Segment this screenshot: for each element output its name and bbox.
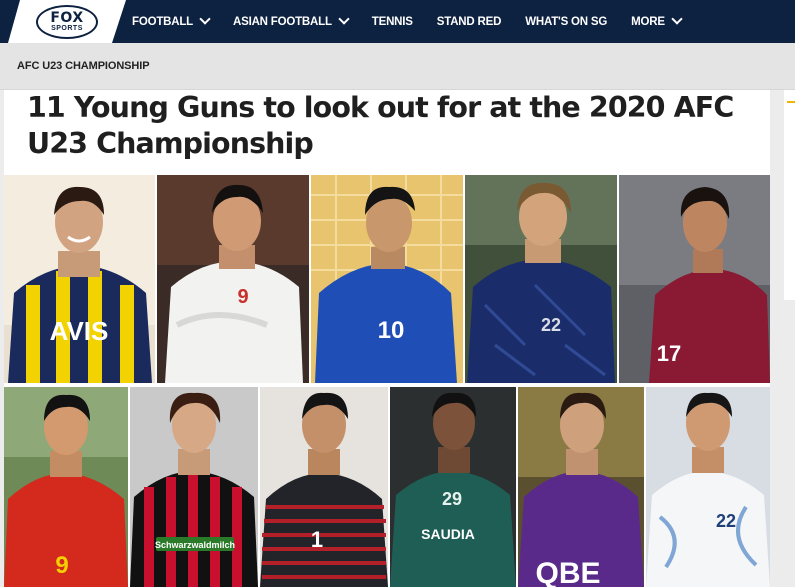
logo-link[interactable]: FOX SPORTS [8, 0, 126, 43]
page: FOX SPORTS FOOTBALL ASIAN FOOTBALL TENNI… [0, 0, 795, 587]
player-photo-11: 22 [646, 387, 770, 587]
nav-item-label: STAND RED [436, 15, 502, 28]
jersey-sponsor-text: AVIS [50, 316, 109, 346]
nav-item-label: TENNIS [371, 15, 413, 28]
nav-item-label: MORE [631, 15, 665, 28]
nav-item-label: ASIAN FOOTBALL [233, 15, 332, 28]
article-title: 11 Young Guns to look out for at the 202… [27, 90, 767, 162]
chevron-down-icon [200, 15, 209, 24]
jersey-number: 9 [237, 286, 248, 308]
player-photo-8: 1 [260, 387, 388, 587]
breadcrumb-link[interactable]: AFC U23 CHAMPIONSHIP [17, 60, 150, 72]
player-photo-3: 10 [311, 175, 463, 383]
sidebar-accent-bar [787, 101, 795, 103]
jersey-sponsor-text: QBE [535, 557, 600, 587]
jersey-number: 9 [55, 552, 68, 579]
title-line-2: U23 Championship [27, 127, 314, 160]
logo-line2: SPORTS [51, 24, 83, 32]
chevron-down-icon [672, 15, 681, 24]
jersey-number: 1 [311, 527, 323, 552]
nav-item-whats-on-sg[interactable]: WHAT'S ON SG [525, 16, 607, 28]
jersey-number: 22 [541, 315, 561, 335]
chevron-down-icon [339, 15, 348, 24]
player-photo-1: AVIS [4, 175, 155, 383]
jersey-number: 10 [378, 317, 405, 344]
sidebar-card [784, 90, 795, 300]
player-photo-7: Schwarzwaldmilch [130, 387, 258, 587]
nav-item-asian-football[interactable]: ASIAN FOOTBALL [233, 16, 348, 28]
title-line-1: 11 Young Guns to look out for at the 202… [27, 91, 734, 124]
player-photo-9: 29 SAUDIA [390, 387, 516, 587]
player-photo-4: 22 [465, 175, 617, 383]
nav-item-football[interactable]: FOOTBALL [132, 16, 209, 28]
jersey-number: 29 [442, 489, 462, 509]
fox-sports-logo: FOX SPORTS [36, 5, 98, 39]
jersey-number: 22 [716, 511, 736, 531]
player-photo-6: 9 [4, 387, 128, 587]
player-photo-10: QBE [518, 387, 644, 587]
player-photo-2: 9 [157, 175, 309, 383]
jersey-sponsor-text: Schwarzwaldmilch [155, 540, 235, 550]
logo-line1: FOX [50, 9, 84, 26]
nav-item-more[interactable]: MORE [631, 16, 681, 28]
nav-item-tennis[interactable]: TENNIS [372, 16, 413, 28]
jersey-sponsor-text: SAUDIA [421, 526, 475, 542]
nav-item-label: FOOTBALL [132, 15, 193, 28]
player-photo-5: 17 [619, 175, 770, 383]
breadcrumb-bar: AFC U23 CHAMPIONSHIP [0, 43, 795, 90]
player-collage: AVIS 9 10 22 17 9 Schwarzwaldmilch 1 29 … [4, 175, 770, 587]
jersey-number: 17 [657, 341, 681, 366]
nav-item-label: WHAT'S ON SG [525, 15, 608, 28]
top-navigation: FOX SPORTS FOOTBALL ASIAN FOOTBALL TENNI… [0, 0, 795, 43]
nav-menu: FOOTBALL ASIAN FOOTBALL TENNIS STAND RED… [132, 0, 705, 43]
nav-item-stand-red[interactable]: STAND RED [436, 15, 502, 28]
